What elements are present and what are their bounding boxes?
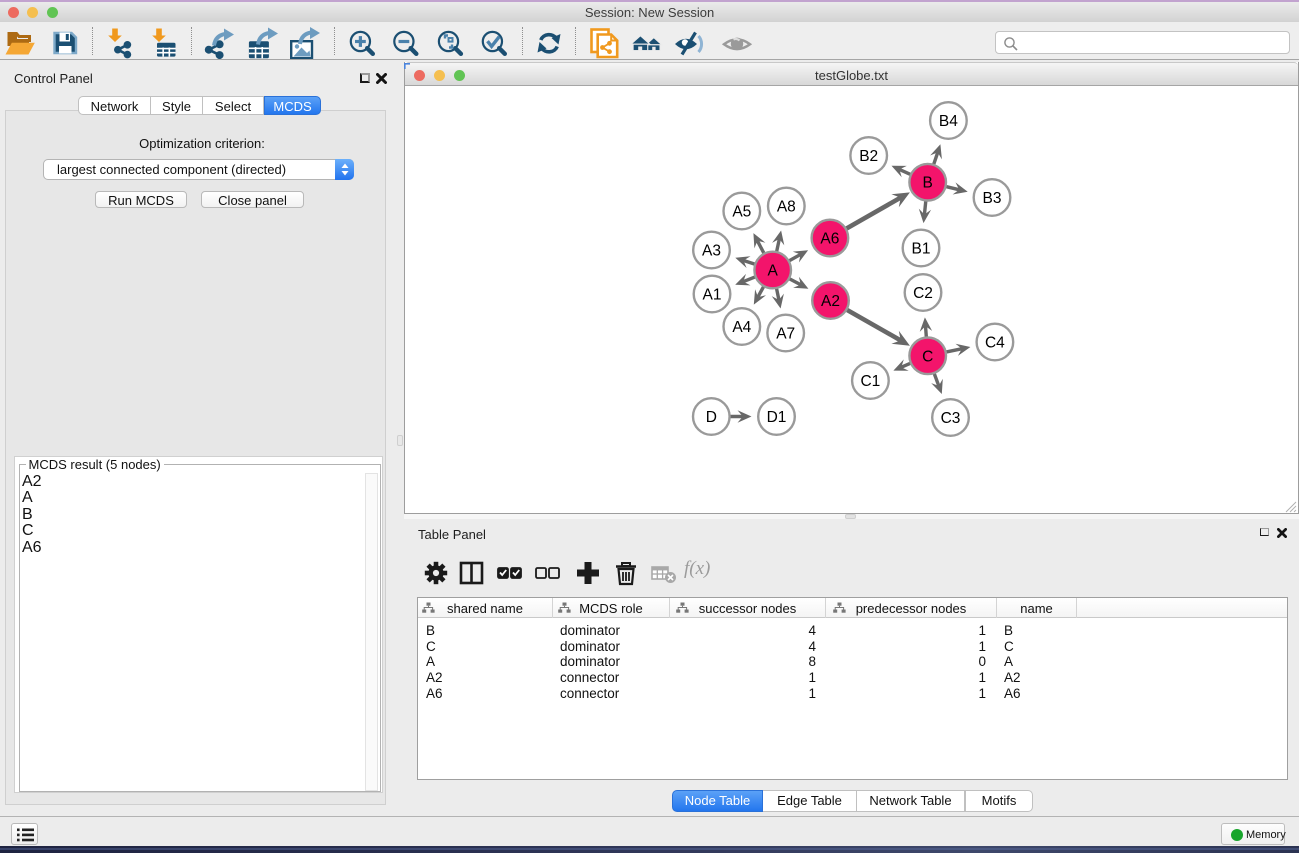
svg-text:A: A — [768, 263, 779, 280]
svg-text:C2: C2 — [913, 285, 933, 302]
svg-text:A4: A4 — [732, 319, 751, 336]
svg-text:D: D — [706, 409, 717, 426]
svg-text:B3: B3 — [983, 190, 1002, 207]
svg-text:C: C — [922, 348, 933, 365]
svg-text:B2: B2 — [859, 148, 878, 165]
svg-text:A3: A3 — [702, 243, 721, 260]
svg-text:A1: A1 — [703, 287, 722, 304]
svg-text:B1: B1 — [912, 241, 931, 258]
svg-text:A6: A6 — [820, 231, 839, 248]
svg-text:A7: A7 — [776, 326, 795, 343]
svg-text:C1: C1 — [860, 373, 880, 390]
svg-text:C3: C3 — [941, 410, 961, 427]
svg-text:B: B — [923, 175, 933, 192]
svg-text:C4: C4 — [985, 335, 1005, 352]
svg-text:D1: D1 — [767, 409, 787, 426]
svg-text:A2: A2 — [821, 293, 840, 310]
svg-text:B4: B4 — [939, 113, 958, 130]
svg-text:A8: A8 — [777, 199, 796, 216]
svg-text:A5: A5 — [732, 204, 751, 221]
